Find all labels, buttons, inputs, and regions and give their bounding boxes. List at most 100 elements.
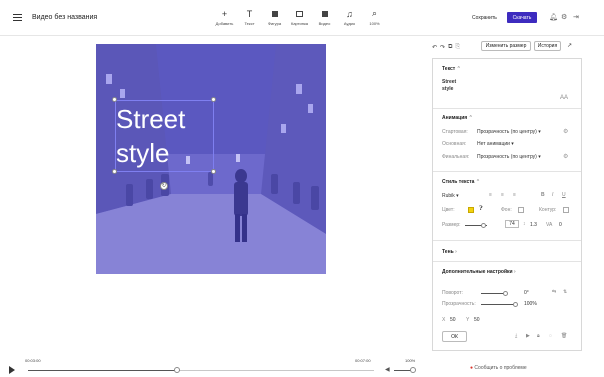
underline-icon[interactable]: U	[562, 192, 566, 198]
tool-add[interactable]: + Добавить	[212, 8, 237, 27]
align-left-icon[interactable]: ≡	[489, 192, 492, 198]
rotate-slider-knob[interactable]	[503, 291, 508, 296]
picture-icon	[287, 8, 312, 19]
tool-figure-label: Фигура	[267, 21, 282, 26]
anim-start-label: Стартовая:	[442, 129, 468, 135]
layer-down-icon[interactable]: ⤓	[515, 333, 517, 339]
bold-icon[interactable]: B	[541, 192, 545, 198]
text-value-line[interactable]: style	[442, 86, 453, 92]
advanced-section: Дополнительные настройки ›	[433, 262, 581, 283]
tool-picture-label: Картинка	[290, 21, 309, 26]
x-label: X	[442, 317, 446, 323]
opacity-label: Прозрачность:	[442, 301, 476, 307]
y-value[interactable]: 50	[474, 317, 480, 323]
italic-icon[interactable]: I	[552, 192, 553, 198]
text-style-section-title[interactable]: Стиль текста ⌃	[442, 179, 480, 185]
tool-zoom[interactable]: ⌕ 100%	[362, 8, 387, 26]
volume-knob[interactable]	[410, 367, 416, 373]
font-select[interactable]: Rubik ▾	[442, 193, 459, 199]
size-input[interactable]: 74	[505, 220, 519, 228]
layer-up-icon[interactable]: ▶	[526, 333, 530, 339]
size-slider-knob[interactable]	[481, 223, 486, 228]
history-button[interactable]: История	[534, 41, 561, 51]
current-time: 00:03:00	[25, 358, 41, 363]
opacity-slider-knob[interactable]	[513, 302, 518, 307]
anim-start-select[interactable]: Прозрачность (по центру) ▾	[477, 129, 541, 135]
align-right-icon[interactable]: ≡	[513, 192, 516, 198]
resize-handle-top-right[interactable]	[211, 97, 216, 102]
video-editor-app: Видео без названия + Добавить T Текст Фи…	[0, 0, 604, 377]
color-swatch[interactable]	[468, 207, 474, 213]
bg-label: Фон:	[501, 207, 512, 213]
opacity-slider[interactable]	[481, 304, 515, 305]
timeline-progress	[28, 370, 177, 371]
tool-figure[interactable]: Фигура	[262, 8, 287, 26]
outline-label: Контур:	[539, 207, 557, 213]
resize-handle-bottom-right[interactable]	[211, 169, 216, 174]
x-value[interactable]: 50	[450, 317, 456, 323]
save-button[interactable]: Сохранить	[468, 12, 501, 24]
canvas-text[interactable]: Street style	[116, 102, 185, 170]
timeline: 00:03:00 00:07:00 100% ◀	[0, 352, 430, 377]
font-case-icon[interactable]: AA	[560, 95, 568, 101]
opacity-value[interactable]: 100%	[524, 301, 537, 307]
tool-zoom-label: 100%	[369, 21, 380, 26]
tool-video[interactable]: Видео	[312, 8, 337, 26]
menu-icon[interactable]	[13, 14, 22, 21]
letter-spacing-value[interactable]: 0	[559, 222, 562, 228]
advanced-section-title[interactable]: Дополнительные настройки ›	[442, 269, 516, 275]
tool-text[interactable]: T Текст	[237, 8, 262, 27]
help-icon[interactable]: ❓︎	[479, 206, 483, 213]
flip-vertical-icon[interactable]: ⇅	[563, 289, 567, 295]
text-icon: T	[246, 8, 253, 19]
bg-checkbox[interactable]	[518, 207, 524, 213]
anim-start-gear-icon[interactable]: ⚙	[563, 128, 568, 135]
tool-text-label: Текст	[244, 21, 255, 26]
tool-picture[interactable]: Картинка	[287, 8, 312, 26]
anim-end-gear-icon[interactable]: ⚙	[563, 153, 568, 160]
line-height-icon: ↕	[523, 221, 526, 227]
flip-horizontal-icon[interactable]: ⇆	[552, 289, 556, 295]
outline-checkbox[interactable]	[563, 207, 569, 213]
copy-icon[interactable]: ⧉	[448, 44, 452, 51]
bell-icon[interactable]: 🔔︎	[549, 13, 558, 21]
shadow-section: Тень ›	[433, 241, 581, 262]
tool-video-label: Видео	[318, 21, 331, 26]
rotate-handle-icon[interactable]: ↻	[160, 182, 168, 190]
download-button[interactable]: Скачать	[507, 12, 537, 23]
play-icon[interactable]	[9, 366, 15, 374]
timeline-scrubber[interactable]	[173, 367, 180, 373]
anim-main-select[interactable]: Нет анимации ▾	[477, 141, 514, 147]
color-label: Цвет:	[442, 207, 455, 213]
text-section-title[interactable]: Текст ⌃	[442, 66, 461, 72]
gear-icon[interactable]: ⚙	[561, 13, 567, 21]
timeline-track[interactable]	[28, 367, 374, 373]
resize-button[interactable]: Изменить размер	[481, 41, 531, 51]
plus-icon: +	[221, 8, 228, 19]
ok-button[interactable]: ОК	[442, 331, 467, 342]
volume-icon[interactable]: ◀	[385, 366, 390, 373]
shadow-section-title[interactable]: Тень ›	[442, 249, 457, 255]
line-height-value[interactable]: 1.3	[530, 222, 537, 228]
animation-section: Анимация ⌃ Стартовая: Прозрачность (по ц…	[433, 109, 581, 172]
total-time: 00:07:00	[355, 358, 371, 363]
rotate-label: Поворот:	[442, 290, 463, 296]
lock-icon[interactable]: 🔒︎	[537, 333, 540, 339]
zoom-icon: ⌕	[371, 8, 378, 18]
document-title[interactable]: Видео без названия	[32, 14, 97, 21]
rotate-value[interactable]: 0°	[524, 290, 529, 296]
figure-icon	[262, 8, 287, 19]
external-link-icon[interactable]: ↗	[567, 42, 572, 49]
report-problem-link[interactable]: ● Сообщить о проблеме	[470, 365, 527, 371]
align-center-icon[interactable]: ≡	[501, 192, 504, 198]
hide-icon[interactable]: ◌	[549, 333, 552, 339]
anim-end-select[interactable]: Прозрачность (по центру) ▾	[477, 154, 541, 160]
trash-icon[interactable]: 🗑︎	[561, 333, 567, 339]
duplicate-icon[interactable]: ⎘	[455, 44, 460, 51]
logout-icon[interactable]: ⇥	[573, 13, 579, 21]
redo-icon[interactable]: ↷	[440, 44, 445, 51]
animation-section-title[interactable]: Анимация ⌃	[442, 115, 473, 121]
tool-audio[interactable]: ♫ Аудио	[337, 8, 362, 27]
undo-icon[interactable]: ↶	[432, 44, 437, 51]
text-value-line[interactable]: Street	[442, 79, 456, 85]
